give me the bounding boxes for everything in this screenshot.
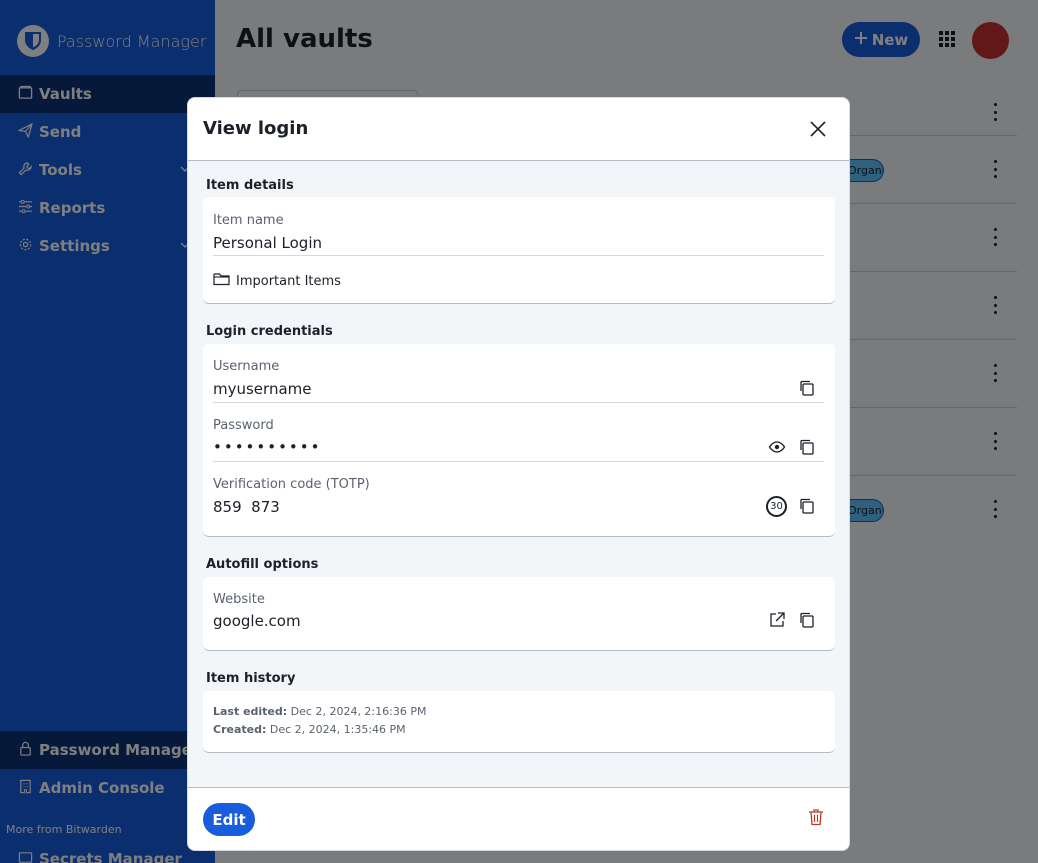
- copy-website-icon[interactable]: [798, 611, 816, 629]
- trash-icon[interactable]: [808, 808, 826, 828]
- username-label: Username: [213, 359, 280, 374]
- website-value[interactable]: google.com: [213, 612, 301, 630]
- totp-value[interactable]: 859 873: [213, 498, 280, 516]
- dialog-header: View login: [188, 98, 849, 161]
- created-value: Dec 2, 2024, 1:35:46 PM: [269, 723, 406, 736]
- dialog-footer: Edit: [188, 787, 849, 850]
- totp-countdown-timer: 30: [766, 496, 787, 517]
- login-credentials-card: Username myusername Password •••••••••• …: [203, 344, 835, 537]
- dialog-title: View login: [203, 118, 309, 139]
- folder-name: Important Items: [236, 273, 341, 289]
- folder-icon: [213, 272, 230, 290]
- copy-username-icon[interactable]: [798, 379, 816, 397]
- last-edited-value: Dec 2, 2024, 2:16:36 PM: [290, 705, 427, 718]
- password-value[interactable]: ••••••••••: [213, 438, 321, 456]
- autofill-options-card: Website google.com: [203, 577, 835, 651]
- last-edited-label: Last edited:: [213, 705, 288, 718]
- field-divider: [213, 402, 824, 403]
- copy-password-icon[interactable]: [798, 438, 816, 456]
- created-row: Created: Dec 2, 2024, 1:35:46 PM: [213, 723, 406, 736]
- login-credentials-heading: Login credentials: [206, 324, 333, 339]
- item-details-heading: Item details: [206, 178, 294, 193]
- field-divider: [213, 461, 824, 462]
- created-label: Created:: [213, 723, 267, 736]
- website-label: Website: [213, 592, 265, 607]
- password-label: Password: [213, 418, 274, 433]
- item-details-card: Item name Personal Login Important Items: [203, 197, 835, 304]
- view-login-dialog: View login Item details Item name Person…: [187, 97, 850, 851]
- folder-row: Important Items: [213, 272, 341, 290]
- totp-label: Verification code (TOTP): [213, 477, 370, 492]
- autofill-options-heading: Autofill options: [206, 557, 319, 572]
- last-edited-row: Last edited: Dec 2, 2024, 2:16:36 PM: [213, 705, 426, 718]
- item-name-value[interactable]: Personal Login: [213, 234, 322, 252]
- item-history-heading: Item history: [206, 671, 296, 686]
- username-value[interactable]: myusername: [213, 380, 311, 398]
- field-divider: [213, 255, 824, 256]
- toggle-visibility-eye-icon[interactable]: [768, 438, 786, 456]
- edit-button[interactable]: Edit: [203, 803, 255, 836]
- item-name-label: Item name: [213, 213, 284, 228]
- launch-website-external-link-icon[interactable]: [768, 611, 786, 629]
- close-icon[interactable]: [808, 119, 828, 139]
- copy-totp-icon[interactable]: [798, 497, 816, 515]
- item-history-card: Last edited: Dec 2, 2024, 2:16:36 PM Cre…: [203, 691, 835, 753]
